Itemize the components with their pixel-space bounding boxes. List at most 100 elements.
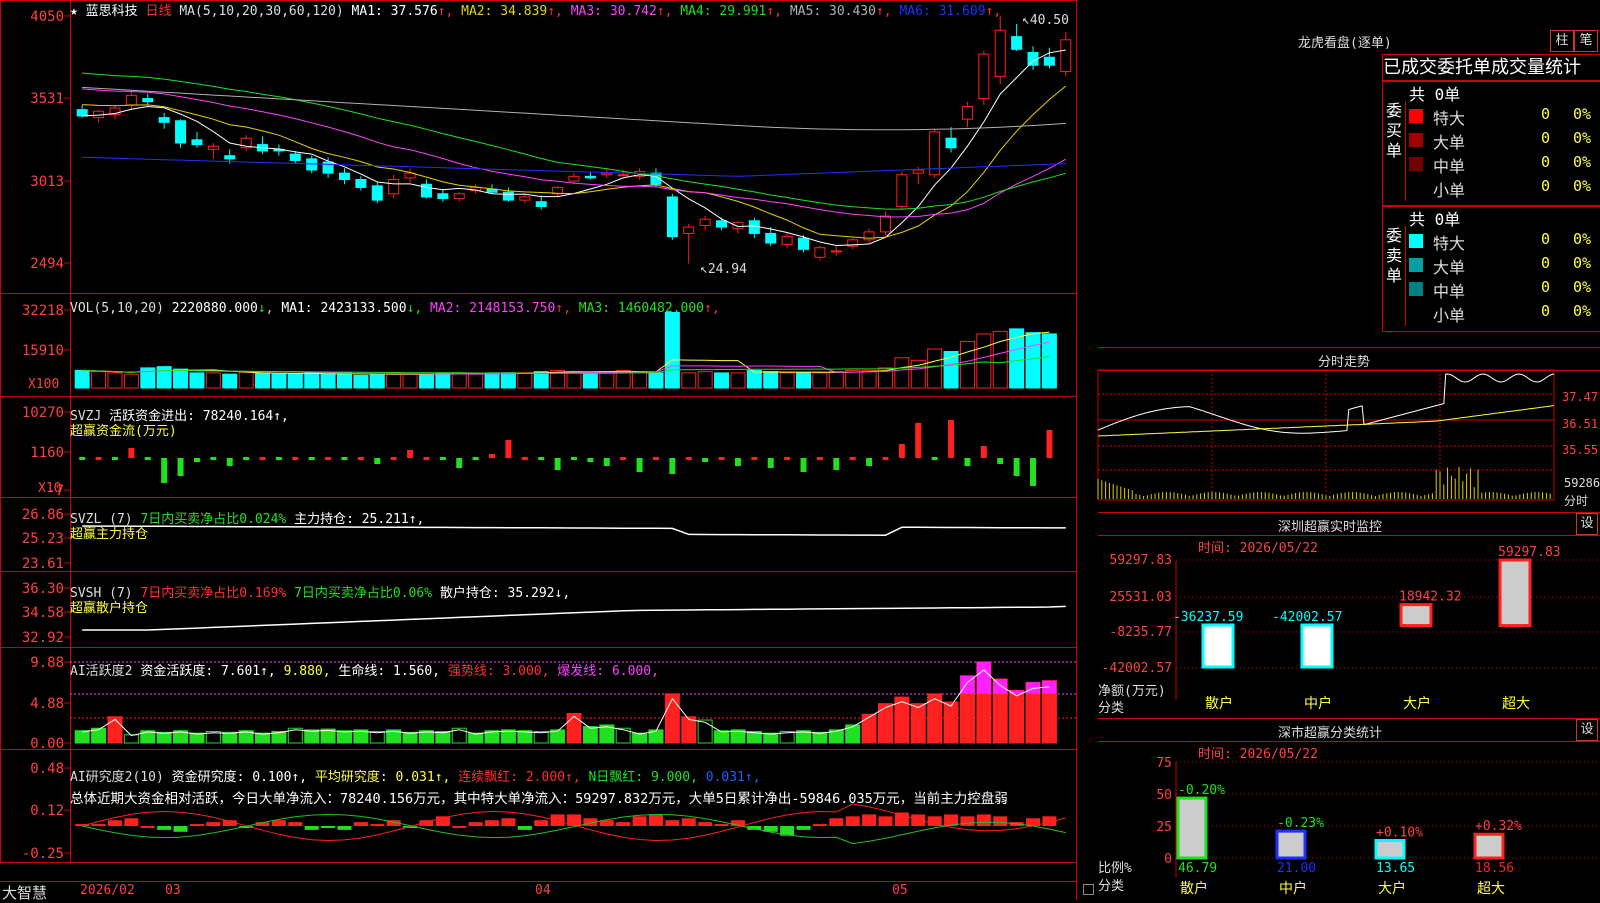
volume-bar (238, 371, 254, 389)
tick-mode-button[interactable]: 笔 (1574, 30, 1598, 52)
vol-unit-label: X100 (28, 377, 59, 392)
activity-bar (861, 713, 877, 744)
lock-icon[interactable] (1083, 884, 1094, 895)
svzl-sub: 超赢主力持仓 (70, 527, 149, 542)
volume-bar (189, 372, 205, 389)
activity-bar (468, 732, 484, 744)
flow-bar (898, 444, 905, 458)
buy-row-pct-2: 0% (1573, 129, 1592, 147)
ma-params: MA(5,10,20,30,60,120) (179, 4, 344, 19)
volume-bar (779, 372, 795, 389)
volume-bar (156, 366, 172, 389)
vol-value: 2220880.000 (171, 301, 258, 316)
buy-row-pct-1: 0% (1573, 105, 1592, 123)
sz-monitor-settings-button[interactable]: 设 (1576, 513, 1598, 535)
low-price-label: ↖24.94 (700, 262, 747, 277)
flow-bar (882, 457, 889, 460)
volume-bar (271, 373, 287, 389)
flow-bar (374, 458, 381, 464)
research-bar (878, 816, 893, 826)
candle (76, 109, 88, 117)
flow-bar (636, 458, 643, 472)
research-bar (648, 814, 663, 826)
flow-bar (259, 457, 266, 460)
svzl-ytick-2: 25.23 (22, 531, 64, 547)
research-bar (517, 826, 532, 830)
aires-ytick-3: -0.25 (22, 846, 64, 862)
ma-value-3: MA3: 30.742 (562, 4, 657, 19)
svzl-ytick-1: 26.86 (22, 507, 64, 523)
ma-value-arrow-4: ↑, (766, 4, 783, 19)
activity-bar (222, 731, 238, 744)
volume-bar (123, 373, 139, 389)
candle (535, 201, 547, 207)
activity-bar (1009, 690, 1025, 744)
timeline-bar[interactable]: 大智慧 2026/02 03 04 05 (0, 881, 1098, 902)
ma-line-5 (82, 86, 1066, 131)
activity-bar (812, 731, 828, 744)
flow-bar (702, 458, 709, 462)
volume-bar (107, 372, 123, 389)
sell-swatch-2 (1409, 258, 1423, 272)
intraday-tick-2: 36.51 (1562, 417, 1599, 431)
flow-bar (210, 457, 217, 460)
main-ytick-2: 3531 (30, 91, 64, 107)
ma-value-1: MA1: 37.576 (351, 4, 438, 19)
candle (142, 98, 154, 103)
flow-bar (144, 457, 151, 460)
flow-bar (357, 457, 364, 460)
candle (125, 94, 137, 106)
volume-bar (91, 371, 107, 389)
volume-bar (222, 373, 238, 389)
activity-bar (763, 732, 779, 744)
flow-bar (915, 423, 922, 458)
volume-bar (894, 357, 910, 389)
vol-ma-value-1: MA1: 2423133.500 (281, 301, 407, 316)
ai-res-t4: N日飘红: 9.000, (588, 770, 698, 785)
sz-class-settings-button[interactable]: 设 (1576, 719, 1598, 741)
activity-bar (697, 719, 713, 744)
buy-swatch-3 (1409, 157, 1423, 171)
volume-bar (976, 333, 992, 389)
candle (502, 191, 514, 201)
lhb-tab[interactable]: 已成交委托单成交量统计 (1382, 54, 1600, 82)
activity-bar (107, 716, 123, 744)
flow-bar (866, 458, 873, 466)
svzl-t2: 主力持仓: 25.211↑, (294, 512, 425, 527)
flow-bar (439, 457, 446, 460)
research-bar (337, 826, 352, 830)
svzj-ytick-2: 1160 (30, 445, 64, 461)
svsh-line (82, 605, 1066, 631)
ai-res-t2: 平均研究度: 0.031↑, (314, 770, 451, 785)
candle (175, 120, 187, 144)
activity-burst-bar (976, 661, 991, 694)
buy-row-name-3: 中单 (1433, 157, 1466, 176)
activity-bar (910, 703, 926, 744)
flow-bar (308, 457, 315, 460)
activity-bar (336, 730, 352, 744)
flow-bar (292, 457, 299, 460)
vol-params: VOL(5,10,20) (70, 301, 164, 316)
research-bar (452, 826, 467, 828)
candle (765, 232, 777, 244)
bar-mode-button[interactable]: 柱 (1550, 30, 1574, 52)
volume-bar (566, 371, 582, 389)
sell-row-name-3: 中单 (1433, 282, 1466, 301)
favorite-star-icon[interactable]: ★ (70, 4, 78, 19)
volume-bar (173, 368, 189, 389)
volume-bar (828, 371, 844, 389)
ai2-header: AI活跃度2 资金活跃度: 7.601↑, 9.880, 生命线: 1.560,… (70, 660, 659, 679)
activity-bar (74, 730, 90, 744)
research-bar (829, 818, 844, 826)
volume-bar (369, 373, 385, 389)
volume-bar (287, 373, 303, 389)
flow-bar (980, 446, 987, 458)
main-ytick-1: 4050 (30, 9, 64, 25)
research-bar (911, 814, 926, 826)
buy-count: 共 0单 (1409, 85, 1461, 104)
volume-bar (1041, 333, 1057, 389)
period-label[interactable]: 日线 (146, 4, 172, 19)
vol-ma-value-arrow-3: ↑, (704, 301, 720, 316)
sell-row-pct-2: 0% (1573, 254, 1592, 272)
flow-bar (964, 458, 971, 466)
